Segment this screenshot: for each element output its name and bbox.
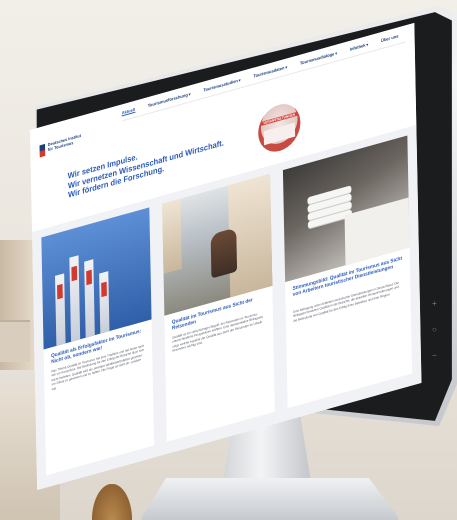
events-badge[interactable]: VERANSTALTUNGEN — [257, 99, 301, 157]
chevron-down-icon: ▾ — [238, 77, 241, 83]
website-screen: Deutsches Institut für Tourismus Aktuell… — [30, 22, 422, 491]
article-card[interactable]: Qualität als Erfolgsfaktor im Tourismus:… — [41, 207, 155, 476]
monitor-stand-base — [140, 478, 400, 520]
menu-item-infothek[interactable]: Infothek▾ — [350, 42, 369, 53]
menu-item-tourismusdaten[interactable]: Tourismusdaten▾ — [253, 64, 287, 79]
building — [162, 198, 182, 274]
plus-icon[interactable]: + — [432, 300, 437, 308]
flag-pole — [84, 259, 95, 338]
menu-item-ueber-uns[interactable]: Über uns — [381, 33, 399, 44]
minus-icon[interactable]: − — [432, 352, 437, 360]
chevron-down-icon: ▾ — [188, 91, 191, 97]
events-badge-image — [263, 122, 296, 146]
logo-text: Deutsches Institut für Tourismus — [47, 132, 82, 152]
person-figure — [210, 227, 238, 279]
article-card[interactable]: Qualität im Tourismus aus Sicht der Reis… — [162, 173, 275, 442]
flag-pole — [99, 271, 110, 334]
article-card[interactable]: Stimmungsbild: Qualität im Tourismus aus… — [282, 135, 413, 409]
monitor-side-controls: + ○ − — [432, 300, 437, 360]
menu-item-aktuell[interactable]: Aktuell — [121, 106, 136, 117]
menu-item-tourismusdialoge[interactable]: Tourismusdialoge▾ — [300, 50, 337, 66]
chevron-down-icon: ▾ — [285, 64, 288, 70]
flag-pole — [55, 273, 66, 346]
article-image-flags — [41, 207, 152, 350]
chevron-down-icon: ▾ — [335, 50, 338, 56]
logo-mark-icon — [39, 143, 46, 158]
article-image-balcony — [162, 173, 273, 316]
chevron-down-icon: ▾ — [366, 41, 369, 48]
room-box — [0, 320, 30, 362]
room-plant — [92, 484, 132, 520]
power-icon[interactable]: ○ — [432, 326, 437, 334]
flag-pole — [69, 255, 81, 342]
menu-item-tourismusstudien[interactable]: Tourismusstudien▾ — [203, 77, 240, 93]
